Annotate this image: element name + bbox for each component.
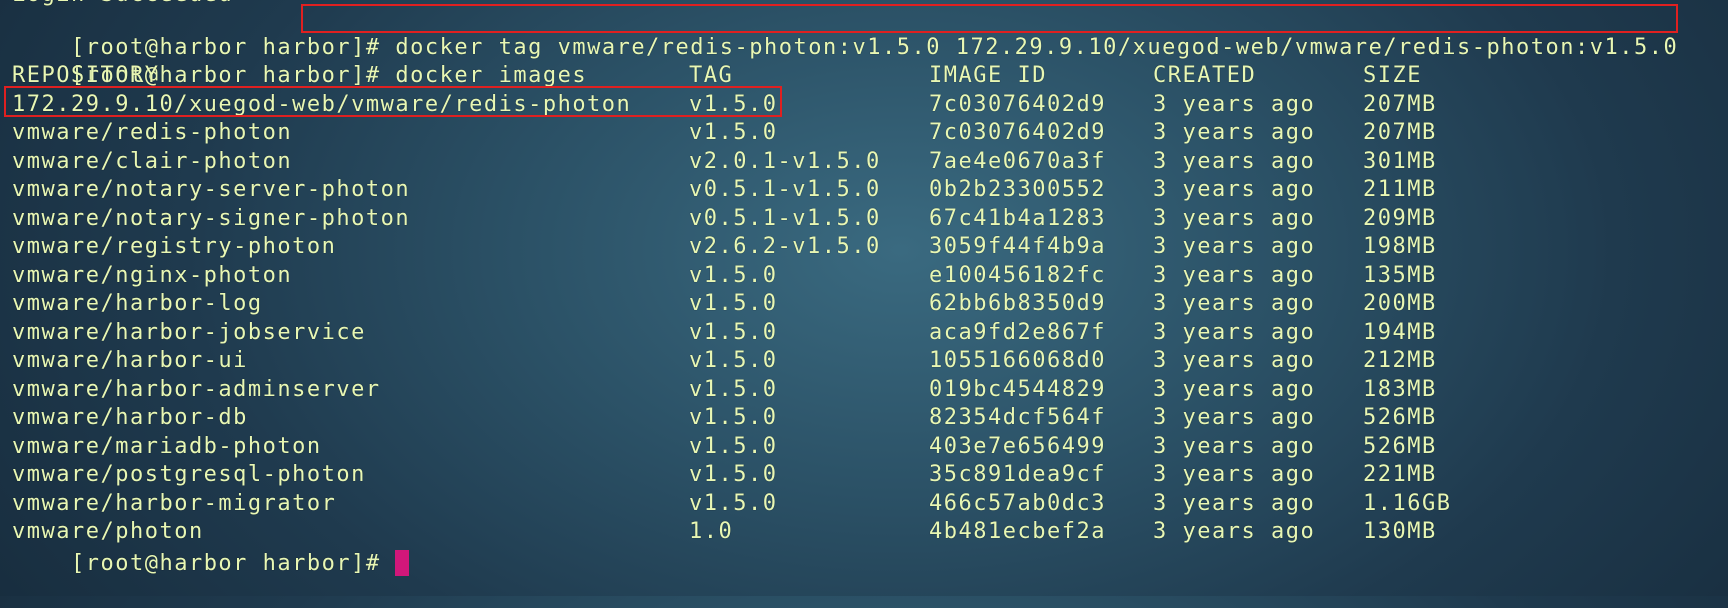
cell-tag: v2.6.2-v1.5.0 xyxy=(689,234,881,259)
cell-tag: v1.5.0 xyxy=(689,405,778,430)
cell-created: 3 years ago xyxy=(1153,376,1316,402)
cell-image-id: 7c03076402d9 xyxy=(929,120,1106,145)
cell-tag: v1.5.0 xyxy=(689,262,778,288)
cell-size: 1.16GB xyxy=(1363,490,1452,516)
cell-tag: v1.5.0 xyxy=(689,291,778,316)
cell-created: 3 years ago xyxy=(1153,120,1316,145)
cell-size: 130MB xyxy=(1363,519,1437,544)
header-size: SIZE xyxy=(1363,63,1422,88)
header-created: CREATED xyxy=(1153,63,1257,88)
cell-created: 3 years ago xyxy=(1153,490,1316,516)
cell-size: 183MB xyxy=(1363,376,1437,402)
cell-tag: v1.5.0 xyxy=(689,319,778,345)
cell-image-id: aca9fd2e867f xyxy=(929,319,1106,345)
cell-created: 3 years ago xyxy=(1153,291,1316,316)
cell-created: 3 years ago xyxy=(1153,519,1316,544)
cell-tag: v1.5.0 xyxy=(689,376,778,402)
cell-repository: vmware/nginx-photon xyxy=(12,262,293,288)
cell-size: 526MB xyxy=(1363,433,1437,459)
cell-image-id: 466c57ab0dc3 xyxy=(929,490,1106,516)
command-text: docker images xyxy=(395,63,588,89)
cell-image-id: 4b481ecbef2a xyxy=(929,519,1106,544)
cell-size: 209MB xyxy=(1363,205,1437,231)
cell-repository: vmware/harbor-adminserver xyxy=(12,376,381,402)
cell-image-id: 1055166068d0 xyxy=(929,348,1106,373)
cell-tag: v1.5.0 xyxy=(689,433,778,459)
cell-repository: vmware/harbor-db xyxy=(12,405,248,430)
terminal-window[interactable]: Login Succeeded [root@harbor harbor]# do… xyxy=(0,0,1728,596)
highlight-box-new-image xyxy=(4,86,782,117)
cell-size: 198MB xyxy=(1363,234,1437,259)
cell-repository: vmware/harbor-ui xyxy=(12,348,248,373)
cell-size: 211MB xyxy=(1363,177,1437,202)
cell-created: 3 years ago xyxy=(1153,433,1316,459)
cell-created: 3 years ago xyxy=(1153,462,1316,487)
cell-image-id: 3059f44f4b9a xyxy=(929,234,1106,259)
cell-size: 194MB xyxy=(1363,319,1437,345)
cell-created: 3 years ago xyxy=(1153,234,1316,259)
cell-size: 200MB xyxy=(1363,291,1437,316)
cell-created: 3 years ago xyxy=(1153,348,1316,373)
cell-created: 3 years ago xyxy=(1153,148,1316,174)
cell-repository: vmware/clair-photon xyxy=(12,148,293,174)
cell-image-id: 403e7e656499 xyxy=(929,433,1106,459)
command-line-current[interactable]: [root@harbor harbor]# xyxy=(12,522,410,577)
cell-created: 3 years ago xyxy=(1153,319,1316,345)
cell-tag: v1.5.0 xyxy=(689,348,778,373)
prompt: [root@harbor harbor]# xyxy=(70,551,396,577)
cell-repository: vmware/postgresql-photon xyxy=(12,462,366,487)
cell-image-id: 82354dcf564f xyxy=(929,405,1106,430)
cell-size: 135MB xyxy=(1363,262,1437,288)
text-cursor xyxy=(395,550,410,577)
command-line-images: [root@harbor harbor]# docker images xyxy=(12,34,587,88)
cell-created: 3 years ago xyxy=(1153,177,1316,202)
cell-repository: vmware/registry-photon xyxy=(12,234,337,259)
cell-tag: 1.0 xyxy=(689,519,734,544)
cell-created: 3 years ago xyxy=(1153,91,1316,117)
cell-size: 207MB xyxy=(1363,91,1437,117)
cell-tag: v1.5.0 xyxy=(689,120,778,145)
cell-created: 3 years ago xyxy=(1153,405,1316,430)
cell-image-id: 7c03076402d9 xyxy=(929,91,1106,117)
cell-image-id: 019bc4544829 xyxy=(929,376,1106,402)
cell-image-id: 35c891dea9cf xyxy=(929,462,1106,487)
cell-tag: v1.5.0 xyxy=(689,490,778,516)
command-text: docker tag vmware/redis-photon:v1.5.0 17… xyxy=(395,34,1679,60)
cell-repository: vmware/mariadb-photon xyxy=(12,433,322,459)
cell-repository: vmware/notary-signer-photon xyxy=(12,205,411,231)
cell-repository: vmware/harbor-jobservice xyxy=(12,319,366,345)
header-image-id: IMAGE ID xyxy=(929,63,1047,88)
cell-tag: v2.0.1-v1.5.0 xyxy=(689,148,881,174)
cell-repository: vmware/notary-server-photon xyxy=(12,177,411,202)
cell-size: 301MB xyxy=(1363,148,1437,174)
cell-image-id: e100456182fc xyxy=(929,262,1106,288)
cell-repository: vmware/redis-photon xyxy=(12,120,293,145)
cell-image-id: 0b2b23300552 xyxy=(929,177,1106,202)
cell-tag: v0.5.1-v1.5.0 xyxy=(689,177,881,202)
cell-created: 3 years ago xyxy=(1153,205,1316,231)
cell-image-id: 7ae4e0670a3f xyxy=(929,148,1106,174)
cell-repository: vmware/harbor-log xyxy=(12,291,263,316)
highlight-box-command xyxy=(301,4,1678,33)
cell-size: 207MB xyxy=(1363,120,1437,145)
cell-size: 221MB xyxy=(1363,462,1437,487)
cell-tag: v0.5.1-v1.5.0 xyxy=(689,205,881,231)
cell-size: 526MB xyxy=(1363,405,1437,430)
cell-created: 3 years ago xyxy=(1153,262,1316,288)
cell-image-id: 62bb6b8350d9 xyxy=(929,291,1106,316)
cell-repository: vmware/harbor-migrator xyxy=(12,490,337,516)
cell-image-id: 67c41b4a1283 xyxy=(929,205,1106,231)
cell-size: 212MB xyxy=(1363,348,1437,373)
cell-tag: v1.5.0 xyxy=(689,462,778,487)
